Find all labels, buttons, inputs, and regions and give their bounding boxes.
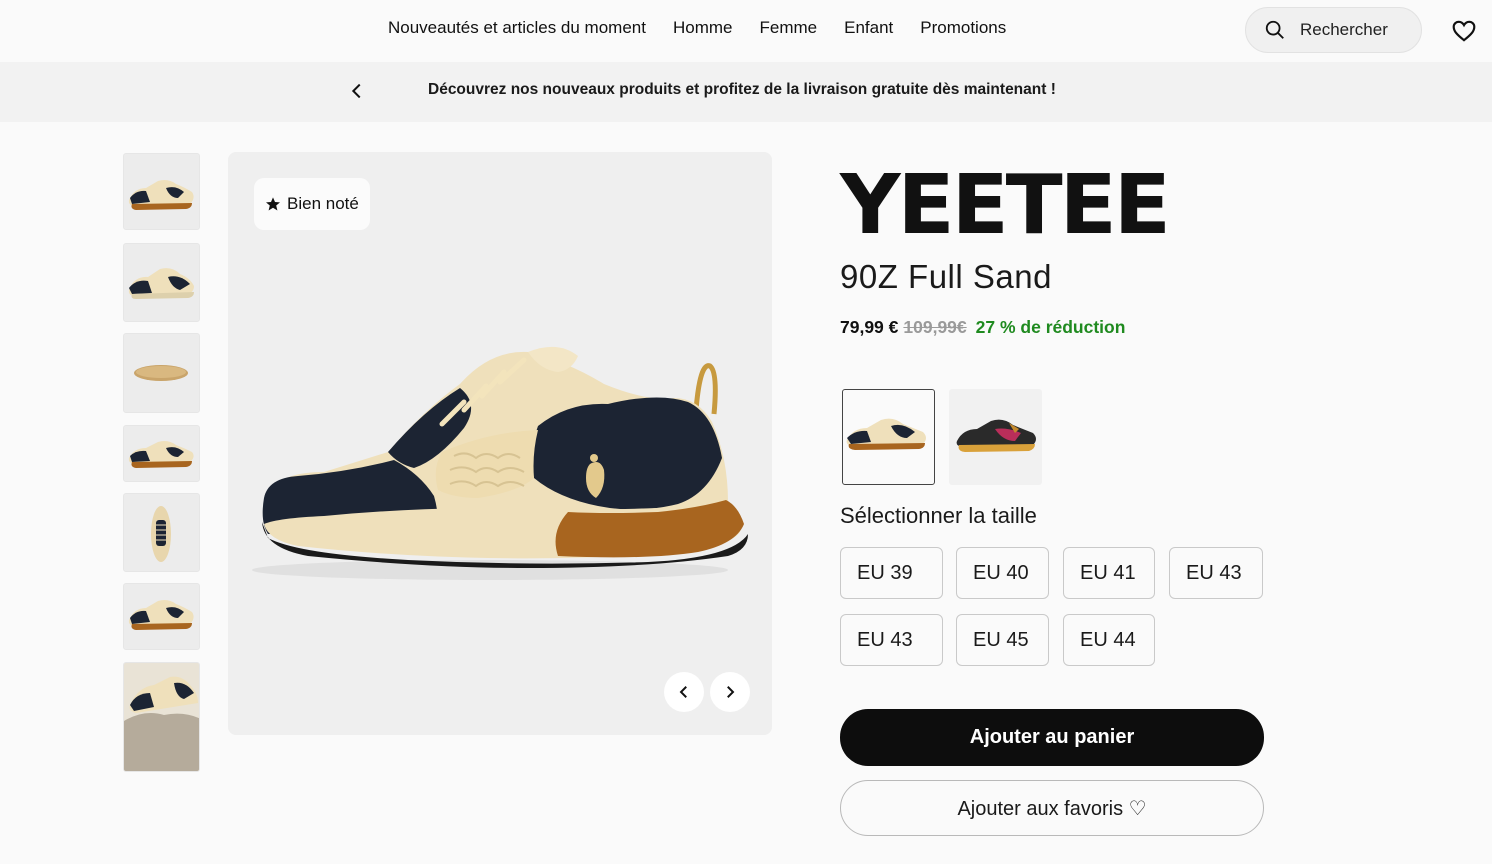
thumbnail-top-view[interactable]: [123, 493, 200, 572]
add-to-cart-button[interactable]: Ajouter au panier: [840, 709, 1264, 766]
image-prev-button[interactable]: [664, 672, 704, 712]
size-section-title: Sélectionner la taille: [840, 503, 1037, 528]
thumbnail-side-view[interactable]: [123, 153, 200, 230]
thumbnail-outdoor[interactable]: [123, 583, 200, 650]
size-option-eu-45[interactable]: EU 45: [956, 614, 1049, 666]
search-icon: [1265, 20, 1284, 39]
banner-message: Découvrez nos nouveaux produits et profi…: [428, 81, 1056, 98]
discount-label: 27 % de réduction: [975, 317, 1126, 337]
main-product-image: Bien noté: [228, 152, 772, 735]
thumbnail-sole-view[interactable]: [123, 333, 200, 413]
nav-link-men[interactable]: Homme: [673, 18, 733, 38]
thumbnail-lifestyle[interactable]: [123, 662, 200, 772]
chevron-right-icon: [727, 686, 735, 698]
size-option-eu-39[interactable]: EU 39: [840, 547, 943, 599]
main-menu: Nouveautés et articles du moment Homme F…: [388, 18, 1006, 38]
nav-link-kids[interactable]: Enfant: [844, 18, 893, 38]
image-next-button[interactable]: [710, 672, 750, 712]
nav-link-new[interactable]: Nouveautés et articles du moment: [388, 18, 646, 38]
thumbnail-back-side[interactable]: [123, 425, 200, 482]
chevron-left-icon[interactable]: [346, 80, 368, 102]
color-option-sand[interactable]: [842, 389, 935, 485]
nav-link-women[interactable]: Femme: [759, 18, 817, 38]
nav-link-promotions[interactable]: Promotions: [920, 18, 1006, 38]
search-button[interactable]: Rechercher: [1245, 7, 1422, 53]
thumbnail-front-angle[interactable]: [123, 243, 200, 322]
size-option-eu-44[interactable]: EU 44: [1063, 614, 1155, 666]
promo-banner: Découvrez nos nouveaux produits et profi…: [0, 62, 1492, 122]
search-label: Rechercher: [1300, 20, 1388, 39]
original-price: 109,99€: [903, 317, 967, 337]
add-to-favorites-button[interactable]: Ajouter aux favoris ♡: [840, 780, 1264, 836]
price-row: 79,99 € 109,99€ 27 % de réduction: [840, 317, 1125, 338]
size-option-eu-43[interactable]: EU 43: [1169, 547, 1263, 599]
size-option-eu-41[interactable]: EU 41: [1063, 547, 1155, 599]
favorites-heart-icon[interactable]: [1451, 18, 1477, 44]
size-option-eu-43-second[interactable]: EU 43: [840, 614, 943, 666]
chevron-left-icon: [679, 686, 687, 698]
color-option-black-multicolor[interactable]: [949, 389, 1042, 485]
product-name: 90Z Full Sand: [840, 258, 1052, 295]
size-option-eu-40[interactable]: EU 40: [956, 547, 1049, 599]
sneaker-illustration: [252, 346, 748, 580]
current-price: 79,99 €: [840, 317, 899, 337]
brand-title: YEETEE: [840, 158, 1171, 253]
top-navigation: Nouveautés et articles du moment Homme F…: [0, 0, 1492, 62]
